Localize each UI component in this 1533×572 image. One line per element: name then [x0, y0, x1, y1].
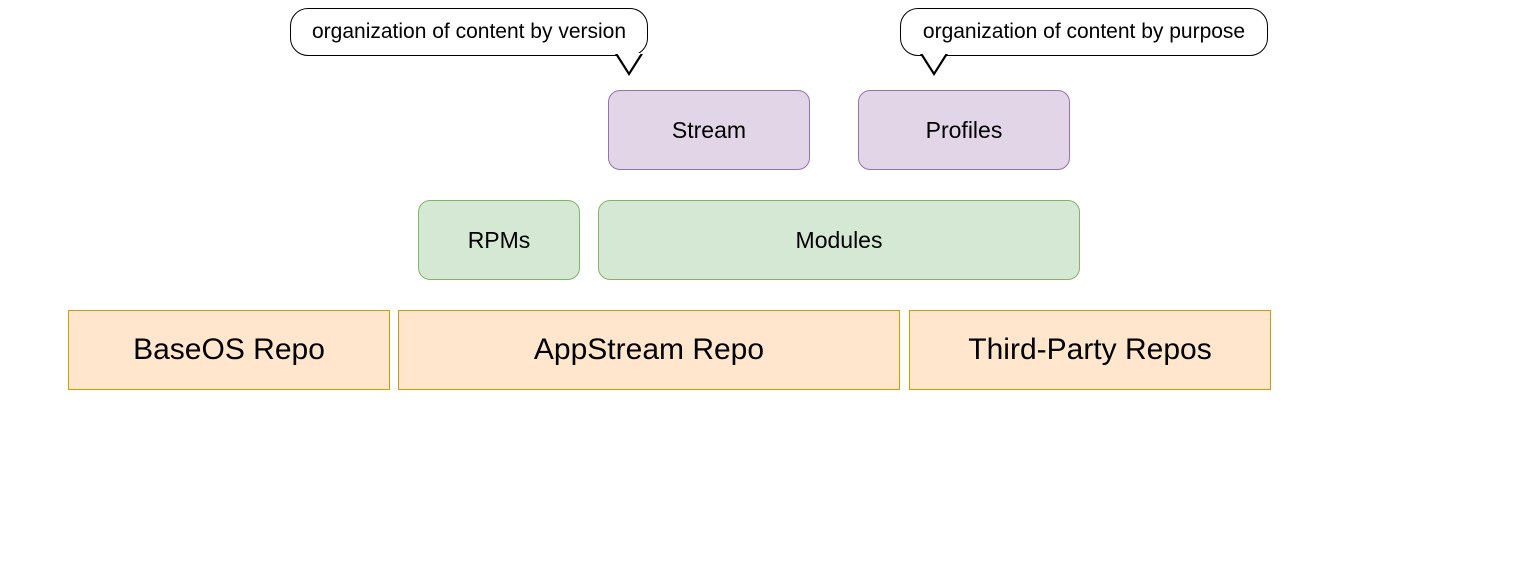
- profiles-tooltip-text: organization of content by purpose: [923, 20, 1245, 44]
- profiles-box: Profiles: [858, 90, 1070, 170]
- thirdparty-repo-box: Third-Party Repos: [909, 310, 1271, 390]
- rpms-box: RPMs: [418, 200, 580, 280]
- profiles-tooltip: organization of content by purpose: [900, 8, 1268, 56]
- appstream-repo-label: AppStream Repo: [534, 333, 764, 367]
- stream-tooltip: organization of content by version: [290, 8, 648, 56]
- rpms-label: RPMs: [468, 227, 531, 254]
- profiles-tooltip-tail-fill: [922, 53, 946, 72]
- stream-tooltip-tail-fill: [617, 53, 641, 72]
- baseos-repo-box: BaseOS Repo: [68, 310, 390, 390]
- baseos-repo-label: BaseOS Repo: [133, 333, 325, 367]
- profiles-label: Profiles: [926, 117, 1003, 144]
- stream-label: Stream: [672, 117, 746, 144]
- modules-label: Modules: [796, 227, 883, 254]
- modules-box: Modules: [598, 200, 1080, 280]
- thirdparty-repo-label: Third-Party Repos: [968, 333, 1211, 367]
- appstream-repo-box: AppStream Repo: [398, 310, 900, 390]
- stream-box: Stream: [608, 90, 810, 170]
- stream-tooltip-text: organization of content by version: [312, 20, 626, 44]
